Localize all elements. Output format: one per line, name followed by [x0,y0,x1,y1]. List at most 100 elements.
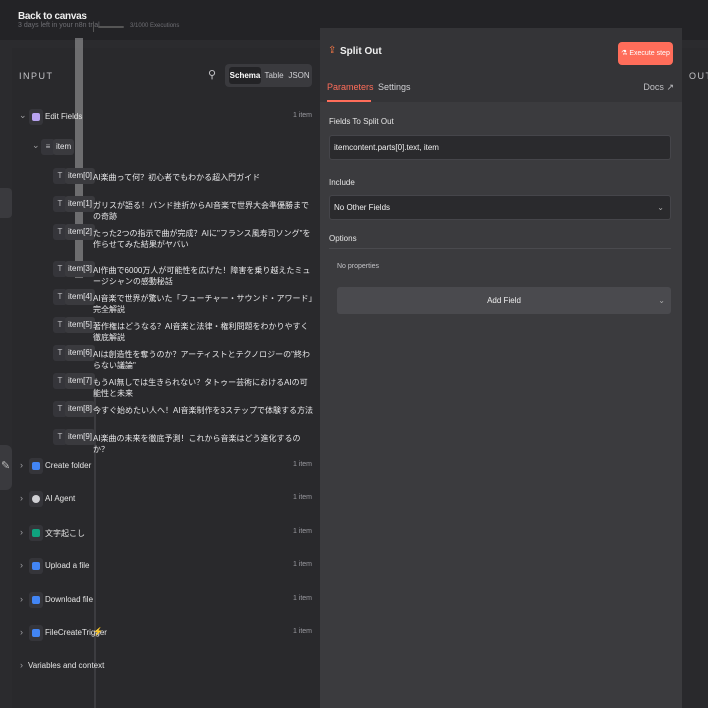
include-select-value: No Other Fields [334,203,391,212]
schema-array-row[interactable]: ⌄ ≡ item [12,137,320,157]
split-out-icon: ⇪ [328,45,337,56]
item-count: 1 item [292,494,312,501]
schema-item-row[interactable]: T item[9] AI楽曲の未来を徹底予測！これから音楽はどう進化するのか？ [12,427,320,454]
item-count: 1 item [292,112,312,119]
variables-label: Variables and context [28,661,105,670]
add-field-label: Add Field [487,296,521,305]
trial-notice: 3 days left in your n8n trial [18,22,100,29]
schema-value: AI作曲で6000万人が可能性を広げた！障害を乗り越えたミュージシャンの感動秘話 [93,266,311,286]
add-field-button[interactable]: Add Field ⌄ [337,287,671,314]
schema-key[interactable]: item[1] [65,196,96,212]
trial-divider [93,22,94,32]
execute-step-label: Execute step [629,50,670,57]
executions-progress-bar [98,26,124,28]
schema-value: 今すぐ始めたい人へ！AI音楽制作を3ステップで体験する方法 [93,406,314,415]
pencil-icon [29,109,43,125]
schema-key[interactable]: item[9] [65,429,96,445]
options-label: Options [329,234,357,243]
node-label: Edit Fields [45,112,83,121]
chevron-right-icon[interactable]: › [20,660,23,670]
include-select[interactable]: No Other Fields ⌄ [329,195,671,220]
chevron-down-icon[interactable]: ⌄ [32,140,40,151]
schema-value: 著作権はどうなる？AI音楽と法律・権利問題をわかりやすく徹底解説 [93,322,309,342]
schema-value: もうAI無しでは生きられない？タトゥー芸術におけるAIの可能性と未来 [93,378,308,398]
google-drive-icon [29,458,43,474]
tab-json[interactable]: JSON [287,67,311,84]
input-panel-title: INPUT [19,71,54,81]
chevron-right-icon[interactable]: › [20,493,23,503]
schema-key[interactable]: item [53,139,75,155]
canvas-node-edit-handle[interactable]: ✎ [0,445,12,490]
fields-to-split-out-label: Fields To Split Out [329,117,394,126]
schema-item-row[interactable]: T item[8] 今すぐ始めたい人へ！AI音楽制作を3ステップで体験する方法 [12,399,320,419]
node-label: Create folder [45,461,92,470]
schema-value: AI楽曲って何？初心者でもわかる超入門ガイド [93,173,261,182]
tab-table[interactable]: Table [263,67,285,84]
item-count: 1 item [292,528,312,535]
execute-step-button[interactable]: ⚗ Execute step [618,42,673,65]
output-panel: OUTPUT [682,48,708,708]
no-properties-text: No properties [337,263,380,270]
schema-value: AI楽曲の未来を徹底予測！これから音楽はどう進化するのか？ [93,434,301,454]
schema-key[interactable]: item[2] [65,224,96,240]
schema-item-row[interactable]: T item[4] AI音楽で世界が驚いた「フューチャー・サウンド・アワード」完… [12,287,320,314]
node-row-ai-agent[interactable]: › AI Agent 1 item [12,489,320,509]
schema-item-row[interactable]: T item[7] もうAI無しでは生きられない？タトゥー芸術におけるAIの可能… [12,371,320,398]
node-row-file-create-trigger[interactable]: › FileCreateTrigger ⚡ 1 item [12,623,320,643]
schema-value: AI音楽で世界が驚いた「フューチャー・サウンド・アワード」完全解説 [93,294,313,314]
schema-value: たった2つの指示で曲が完成？AIに"フランス風寿司ソング"を作らせてみた結果がヤ… [93,229,311,249]
tab-settings[interactable]: Settings [378,82,411,92]
item-count: 1 item [292,628,312,635]
chevron-right-icon[interactable]: › [20,594,23,604]
chevron-right-icon[interactable]: › [20,460,23,470]
google-drive-icon [29,625,43,641]
node-row-edit-fields[interactable]: ⌄ Edit Fields 1 item [12,107,320,127]
openai-icon [29,525,43,541]
node-label: 文字起こし [45,529,85,538]
item-count: 1 item [292,561,312,568]
schema-item-row[interactable]: T item[0] AI楽曲って何？初心者でもわかる超入門ガイド [12,166,320,186]
pencil-icon: ✎ [1,460,11,472]
schema-item-row[interactable]: T item[6] AIは創造性を奪うのか？アーティストとテクノロジーの"終わら… [12,343,320,370]
fields-to-split-out-input[interactable]: itemcontent.parts[0].text, item [329,135,671,160]
schema-item-row[interactable]: T item[2] たった2つの指示で曲が完成？AIに"フランス風寿司ソング"を… [12,222,320,252]
schema-item-row[interactable]: T item[1] ガリスが語る！バンド挫折からAI音楽で世界大会準優勝までの奇… [12,194,320,221]
node-label: Download file [45,595,94,604]
options-divider [329,248,671,249]
external-link-icon: ↗ [666,82,674,92]
node-row-download-file[interactable]: › Download file 1 item [12,590,320,610]
docs-link[interactable]: Docs ↗ [643,82,674,93]
chevron-right-icon[interactable]: › [20,527,23,537]
include-label: Include [329,178,355,187]
input-panel: INPUT ⚲ Schema Table JSON ⌄ Edit Fields … [12,38,320,708]
back-to-canvas-link[interactable]: Back to canvas [18,11,87,22]
node-row-transcription[interactable]: › 文字起こし 1 item [12,523,320,543]
view-tabs: Schema Table JSON [225,64,312,87]
schema-key[interactable]: item[8] [65,401,96,417]
node-row-upload-file[interactable]: › Upload a file 1 item [12,556,320,576]
chevron-down-icon[interactable]: ⌄ [19,110,27,121]
chevron-down-icon: ⌄ [657,203,664,212]
active-tab-indicator [327,100,371,102]
schema-value: ガリスが語る！バンド挫折からAI音楽で世界大会準優勝までの奇跡 [93,201,309,221]
tab-parameters[interactable]: Parameters [327,82,374,92]
node-title[interactable]: Split Out [340,46,382,57]
variables-context-row[interactable]: › Variables and context [12,656,320,676]
schema-item-row[interactable]: T item[3] AI作曲で6000万人が可能性を広げた！障害を乗り越えたミュ… [12,259,320,286]
search-icon[interactable]: ⚲ [208,68,216,81]
chevron-right-icon[interactable]: › [20,627,23,637]
item-count: 1 item [292,461,312,468]
schema-key[interactable]: item[6] [65,345,96,361]
executions-count: 3/1000 Executions [130,23,180,29]
schema-key[interactable]: item[7] [65,373,96,389]
schema-key[interactable]: item[3] [65,261,96,277]
node-label: AI Agent [45,494,76,503]
tab-schema[interactable]: Schema [229,67,261,84]
chevron-right-icon[interactable]: › [20,560,23,570]
robot-icon [29,491,43,507]
node-row-create-folder[interactable]: › Create folder 1 item [12,456,320,476]
schema-key[interactable]: item[4] [65,289,96,305]
schema-key[interactable]: item[5] [65,317,96,333]
schema-item-row[interactable]: T item[5] 著作権はどうなる？AI音楽と法律・権利問題をわかりやすく徹底… [12,315,320,342]
schema-key[interactable]: item[0] [65,168,96,184]
